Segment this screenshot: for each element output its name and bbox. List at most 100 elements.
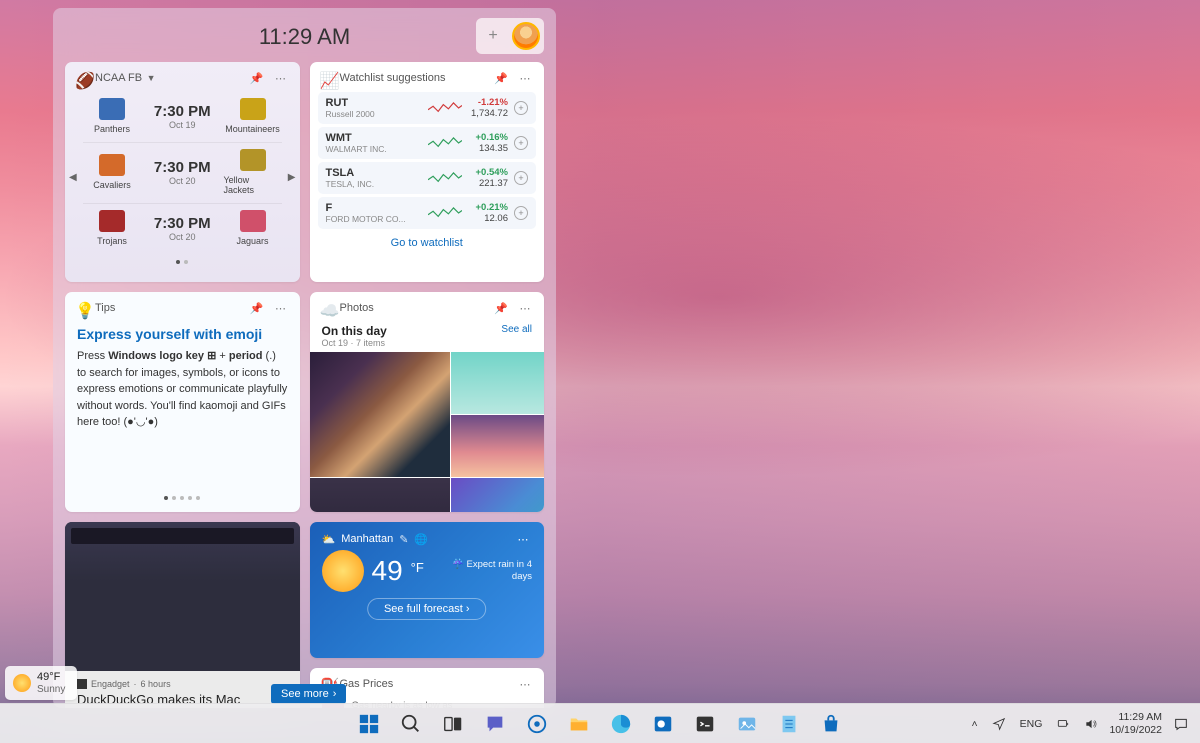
photos-widget-title: Photos: [340, 302, 487, 314]
stocks-icon: 📈: [320, 71, 334, 85]
game-row[interactable]: Panthers7:30 PMOct 19Mountaineers: [83, 92, 282, 143]
sports-next[interactable]: ▶: [288, 172, 296, 183]
pin-button[interactable]: 📌: [248, 69, 266, 87]
watchlist-item[interactable]: TSLATESLA, INC.+0.54%221.37+: [318, 162, 537, 194]
more-button[interactable]: ⋯: [516, 675, 534, 693]
weather-location: ⛅ Manhattan ✎ 🌐 ⋯: [310, 522, 545, 548]
go-to-watchlist-link[interactable]: Go to watchlist: [310, 229, 545, 257]
tips-pager: [65, 490, 300, 506]
weather-unit: °F: [411, 560, 424, 575]
sun-icon: [322, 550, 364, 592]
terminal-button[interactable]: [686, 708, 724, 740]
tips-headline: Express yourself with emoji: [65, 322, 300, 348]
widgets-time: 11:29 AM: [259, 24, 350, 50]
photos-widget[interactable]: ☁️ Photos 📌 ⋯ On this day Oct 19 · 7 ite…: [310, 292, 545, 512]
see-more-button[interactable]: See more ›: [271, 684, 346, 704]
watchlist-widget[interactable]: 📈 Watchlist suggestions 📌 ⋯ RUTRussell 2…: [310, 62, 545, 282]
globe-icon[interactable]: 🌐: [414, 533, 428, 546]
tips-widget-title: Tips: [95, 302, 242, 314]
team-home: Mountaineers: [224, 98, 282, 134]
photo-thumbnail[interactable]: [451, 415, 544, 477]
widgets-header-actions: +: [476, 18, 544, 54]
watchlist-item[interactable]: FFORD MOTOR CO...+0.21%12.06+: [318, 197, 537, 229]
sports-widget[interactable]: 🏈 NCAA FB ▼ 📌 ⋯ ◀ ▶ Panthers7:30 PMOct 1…: [65, 62, 300, 282]
notepad-button[interactable]: [770, 708, 808, 740]
photos-icon: ☁️: [320, 301, 334, 315]
notifications-button[interactable]: [1170, 714, 1192, 734]
news-card[interactable]: Engadget · 6 hours DuckDuckGo makes its …: [65, 522, 300, 708]
taskbar-center: [350, 708, 850, 740]
more-button[interactable]: ⋯: [514, 530, 532, 548]
sparkline: [428, 168, 462, 188]
team-away: Cavaliers: [83, 154, 141, 190]
sparkline: [428, 133, 462, 153]
watchlist-title: Watchlist suggestions: [340, 72, 487, 84]
team-home: Yellow Jackets: [224, 149, 282, 195]
sports-icon: 🏈: [75, 71, 89, 85]
see-full-forecast-link[interactable]: See full forecast ›: [367, 598, 487, 620]
photo-thumbnail[interactable]: [310, 478, 450, 512]
pin-button[interactable]: 📌: [492, 69, 510, 87]
location-icon[interactable]: [989, 715, 1009, 733]
add-widget-button[interactable]: +: [480, 23, 506, 49]
photo-thumbnail[interactable]: [451, 478, 544, 512]
right-column-2: ⛅ Manhattan ✎ 🌐 ⋯ 49 °F Expect rain in 4…: [310, 522, 545, 708]
taskbar: ˄ ENG 11:29 AM 10/19/2022: [0, 703, 1200, 743]
game-row[interactable]: Trojans7:30 PMOct 20Jaguars: [83, 204, 282, 254]
watchlist-item[interactable]: RUTRussell 2000-1.21%1,734.72+: [318, 92, 537, 124]
desktop-weather-pill[interactable]: 49°F Sunny: [5, 666, 77, 700]
search-button[interactable]: [392, 708, 430, 740]
tips-widget[interactable]: 💡 Tips 📌 ⋯ Express yourself with emoji P…: [65, 292, 300, 512]
news-source: Engadget · 6 hours: [77, 679, 288, 689]
add-ticker-button[interactable]: +: [514, 101, 528, 115]
more-button[interactable]: ⋯: [272, 299, 290, 317]
file-explorer-button[interactable]: [560, 708, 598, 740]
add-ticker-button[interactable]: +: [514, 171, 528, 185]
weather-widget[interactable]: ⛅ Manhattan ✎ 🌐 ⋯ 49 °F Expect rain in 4…: [310, 522, 545, 658]
sports-pager: [65, 254, 300, 270]
pin-button[interactable]: 📌: [248, 299, 266, 317]
add-ticker-button[interactable]: +: [514, 136, 528, 150]
desktop-temp: 49°F: [37, 671, 65, 684]
engadget-icon: [77, 679, 87, 689]
tray-chevron[interactable]: ˄: [969, 716, 981, 732]
store-button[interactable]: [812, 708, 850, 740]
more-button[interactable]: ⋯: [272, 69, 290, 87]
pin-button[interactable]: 📌: [492, 299, 510, 317]
photo-thumbnail[interactable]: [310, 352, 450, 477]
see-all-link[interactable]: See all: [501, 324, 532, 348]
team-away: Panthers: [83, 98, 141, 134]
task-view-button[interactable]: [434, 708, 472, 740]
start-button[interactable]: [350, 708, 388, 740]
partly-cloudy-icon: ⛅: [322, 533, 336, 546]
photos-app-button[interactable]: [728, 708, 766, 740]
photo-thumbnail[interactable]: [451, 352, 544, 414]
photos-headline: On this day: [322, 324, 387, 338]
chevron-down-icon[interactable]: ▼: [144, 73, 155, 83]
edge-button[interactable]: [602, 708, 640, 740]
edit-icon[interactable]: ✎: [399, 533, 408, 546]
sports-prev[interactable]: ◀: [69, 172, 77, 183]
more-button[interactable]: ⋯: [516, 299, 534, 317]
sports-title: NCAA FB ▼: [95, 72, 242, 84]
game-row[interactable]: Cavaliers7:30 PMOct 20Yellow Jackets: [83, 143, 282, 204]
chat-button[interactable]: [476, 708, 514, 740]
weather-temp: 49: [372, 555, 403, 587]
settings-button[interactable]: [518, 708, 556, 740]
taskbar-clock[interactable]: 11:29 AM 10/19/2022: [1109, 711, 1162, 736]
more-button[interactable]: ⋯: [516, 69, 534, 87]
watchlist-item[interactable]: WMTWALMART INC.+0.16%134.35+: [318, 127, 537, 159]
network-icon[interactable]: [1053, 715, 1073, 733]
language-indicator[interactable]: ENG: [1017, 716, 1046, 732]
volume-icon[interactable]: [1081, 715, 1101, 733]
outlook-button[interactable]: [644, 708, 682, 740]
sparkline: [428, 98, 462, 118]
team-home: Jaguars: [224, 210, 282, 246]
user-avatar[interactable]: [512, 22, 540, 50]
tips-icon: 💡: [75, 301, 89, 315]
add-ticker-button[interactable]: +: [514, 206, 528, 220]
team-away: Trojans: [83, 210, 141, 246]
weather-msg: Expect rain in 4 days: [442, 559, 532, 584]
news-image: [65, 522, 300, 671]
widgets-header: 11:29 AM +: [65, 18, 544, 56]
